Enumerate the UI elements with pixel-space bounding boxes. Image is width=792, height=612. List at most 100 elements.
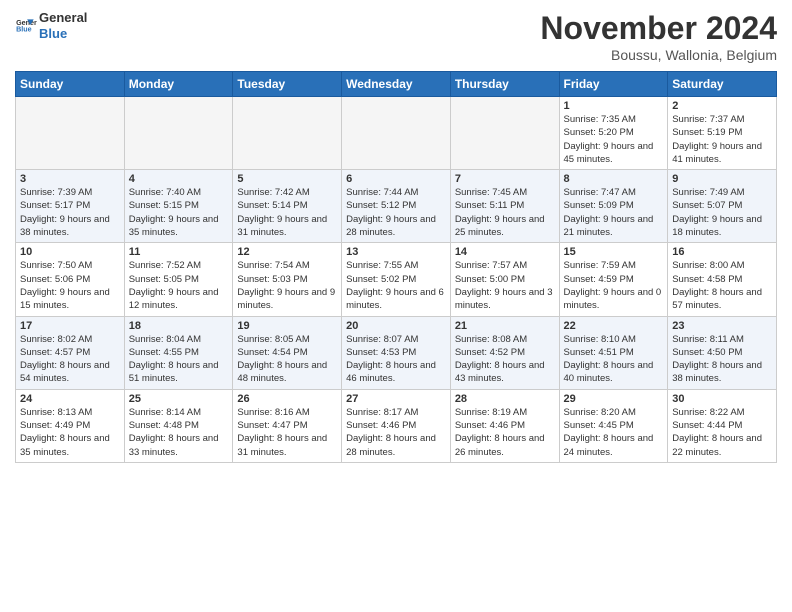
logo-line2: Blue: [39, 26, 87, 42]
day-number: 11: [129, 246, 229, 258]
day-info: Sunrise: 8:10 AM Sunset: 4:51 PM Dayligh…: [564, 333, 664, 386]
weekday-header-friday: Friday: [559, 72, 668, 97]
location: Boussu, Wallonia, Belgium: [540, 47, 777, 63]
day-number: 21: [455, 320, 555, 332]
calendar-cell: 23Sunrise: 8:11 AM Sunset: 4:50 PM Dayli…: [668, 316, 777, 389]
day-number: 15: [564, 246, 664, 258]
day-info: Sunrise: 8:11 AM Sunset: 4:50 PM Dayligh…: [672, 333, 772, 386]
calendar-cell: 24Sunrise: 8:13 AM Sunset: 4:49 PM Dayli…: [16, 389, 125, 462]
calendar-cell: 26Sunrise: 8:16 AM Sunset: 4:47 PM Dayli…: [233, 389, 342, 462]
day-info: Sunrise: 7:37 AM Sunset: 5:19 PM Dayligh…: [672, 113, 772, 166]
day-info: Sunrise: 7:47 AM Sunset: 5:09 PM Dayligh…: [564, 186, 664, 239]
day-info: Sunrise: 8:05 AM Sunset: 4:54 PM Dayligh…: [237, 333, 337, 386]
day-number: 14: [455, 246, 555, 258]
calendar-cell: [342, 97, 451, 170]
calendar-cell: 5Sunrise: 7:42 AM Sunset: 5:14 PM Daylig…: [233, 170, 342, 243]
day-info: Sunrise: 7:59 AM Sunset: 4:59 PM Dayligh…: [564, 259, 664, 312]
day-info: Sunrise: 7:45 AM Sunset: 5:11 PM Dayligh…: [455, 186, 555, 239]
day-number: 26: [237, 393, 337, 405]
day-number: 6: [346, 173, 446, 185]
weekday-header-thursday: Thursday: [450, 72, 559, 97]
calendar-cell: 8Sunrise: 7:47 AM Sunset: 5:09 PM Daylig…: [559, 170, 668, 243]
weekday-header-monday: Monday: [124, 72, 233, 97]
day-number: 12: [237, 246, 337, 258]
day-info: Sunrise: 8:07 AM Sunset: 4:53 PM Dayligh…: [346, 333, 446, 386]
calendar-cell: 1Sunrise: 7:35 AM Sunset: 5:20 PM Daylig…: [559, 97, 668, 170]
calendar-cell: 14Sunrise: 7:57 AM Sunset: 5:00 PM Dayli…: [450, 243, 559, 316]
calendar-cell: 10Sunrise: 7:50 AM Sunset: 5:06 PM Dayli…: [16, 243, 125, 316]
day-info: Sunrise: 7:40 AM Sunset: 5:15 PM Dayligh…: [129, 186, 229, 239]
calendar-cell: 18Sunrise: 8:04 AM Sunset: 4:55 PM Dayli…: [124, 316, 233, 389]
day-info: Sunrise: 8:19 AM Sunset: 4:46 PM Dayligh…: [455, 406, 555, 459]
day-info: Sunrise: 7:57 AM Sunset: 5:00 PM Dayligh…: [455, 259, 555, 312]
calendar-cell: 11Sunrise: 7:52 AM Sunset: 5:05 PM Dayli…: [124, 243, 233, 316]
calendar-cell: 30Sunrise: 8:22 AM Sunset: 4:44 PM Dayli…: [668, 389, 777, 462]
day-info: Sunrise: 8:08 AM Sunset: 4:52 PM Dayligh…: [455, 333, 555, 386]
calendar-cell: 4Sunrise: 7:40 AM Sunset: 5:15 PM Daylig…: [124, 170, 233, 243]
calendar-cell: 16Sunrise: 8:00 AM Sunset: 4:58 PM Dayli…: [668, 243, 777, 316]
day-number: 4: [129, 173, 229, 185]
calendar-cell: [124, 97, 233, 170]
day-number: 16: [672, 246, 772, 258]
day-number: 13: [346, 246, 446, 258]
day-number: 28: [455, 393, 555, 405]
day-info: Sunrise: 7:52 AM Sunset: 5:05 PM Dayligh…: [129, 259, 229, 312]
day-number: 17: [20, 320, 120, 332]
calendar-cell: 29Sunrise: 8:20 AM Sunset: 4:45 PM Dayli…: [559, 389, 668, 462]
calendar: SundayMondayTuesdayWednesdayThursdayFrid…: [15, 71, 777, 463]
day-number: 20: [346, 320, 446, 332]
month-title: November 2024: [540, 10, 777, 47]
day-info: Sunrise: 8:14 AM Sunset: 4:48 PM Dayligh…: [129, 406, 229, 459]
day-number: 7: [455, 173, 555, 185]
calendar-cell: [450, 97, 559, 170]
day-number: 23: [672, 320, 772, 332]
title-block: November 2024 Boussu, Wallonia, Belgium: [540, 10, 777, 63]
day-info: Sunrise: 7:42 AM Sunset: 5:14 PM Dayligh…: [237, 186, 337, 239]
calendar-cell: 28Sunrise: 8:19 AM Sunset: 4:46 PM Dayli…: [450, 389, 559, 462]
day-info: Sunrise: 8:17 AM Sunset: 4:46 PM Dayligh…: [346, 406, 446, 459]
day-info: Sunrise: 7:54 AM Sunset: 5:03 PM Dayligh…: [237, 259, 337, 312]
calendar-cell: 22Sunrise: 8:10 AM Sunset: 4:51 PM Dayli…: [559, 316, 668, 389]
day-number: 18: [129, 320, 229, 332]
day-number: 3: [20, 173, 120, 185]
day-info: Sunrise: 8:02 AM Sunset: 4:57 PM Dayligh…: [20, 333, 120, 386]
weekday-header-sunday: Sunday: [16, 72, 125, 97]
day-info: Sunrise: 7:55 AM Sunset: 5:02 PM Dayligh…: [346, 259, 446, 312]
weekday-header-saturday: Saturday: [668, 72, 777, 97]
day-info: Sunrise: 7:44 AM Sunset: 5:12 PM Dayligh…: [346, 186, 446, 239]
calendar-cell: 17Sunrise: 8:02 AM Sunset: 4:57 PM Dayli…: [16, 316, 125, 389]
calendar-cell: 6Sunrise: 7:44 AM Sunset: 5:12 PM Daylig…: [342, 170, 451, 243]
calendar-cell: 12Sunrise: 7:54 AM Sunset: 5:03 PM Dayli…: [233, 243, 342, 316]
calendar-cell: 20Sunrise: 8:07 AM Sunset: 4:53 PM Dayli…: [342, 316, 451, 389]
day-number: 27: [346, 393, 446, 405]
day-info: Sunrise: 8:16 AM Sunset: 4:47 PM Dayligh…: [237, 406, 337, 459]
calendar-cell: 9Sunrise: 7:49 AM Sunset: 5:07 PM Daylig…: [668, 170, 777, 243]
day-number: 9: [672, 173, 772, 185]
day-number: 29: [564, 393, 664, 405]
calendar-cell: 7Sunrise: 7:45 AM Sunset: 5:11 PM Daylig…: [450, 170, 559, 243]
day-info: Sunrise: 8:04 AM Sunset: 4:55 PM Dayligh…: [129, 333, 229, 386]
day-number: 5: [237, 173, 337, 185]
calendar-cell: 19Sunrise: 8:05 AM Sunset: 4:54 PM Dayli…: [233, 316, 342, 389]
day-number: 1: [564, 100, 664, 112]
calendar-cell: 15Sunrise: 7:59 AM Sunset: 4:59 PM Dayli…: [559, 243, 668, 316]
day-number: 2: [672, 100, 772, 112]
day-info: Sunrise: 7:49 AM Sunset: 5:07 PM Dayligh…: [672, 186, 772, 239]
day-number: 10: [20, 246, 120, 258]
day-info: Sunrise: 8:00 AM Sunset: 4:58 PM Dayligh…: [672, 259, 772, 312]
weekday-header-tuesday: Tuesday: [233, 72, 342, 97]
weekday-header-wednesday: Wednesday: [342, 72, 451, 97]
day-info: Sunrise: 8:22 AM Sunset: 4:44 PM Dayligh…: [672, 406, 772, 459]
day-number: 30: [672, 393, 772, 405]
logo: General Blue General Blue: [15, 10, 87, 41]
svg-text:Blue: Blue: [16, 25, 32, 33]
calendar-cell: [233, 97, 342, 170]
day-number: 19: [237, 320, 337, 332]
calendar-cell: 13Sunrise: 7:55 AM Sunset: 5:02 PM Dayli…: [342, 243, 451, 316]
calendar-cell: 21Sunrise: 8:08 AM Sunset: 4:52 PM Dayli…: [450, 316, 559, 389]
calendar-cell: 27Sunrise: 8:17 AM Sunset: 4:46 PM Dayli…: [342, 389, 451, 462]
day-info: Sunrise: 7:50 AM Sunset: 5:06 PM Dayligh…: [20, 259, 120, 312]
day-info: Sunrise: 8:13 AM Sunset: 4:49 PM Dayligh…: [20, 406, 120, 459]
day-info: Sunrise: 8:20 AM Sunset: 4:45 PM Dayligh…: [564, 406, 664, 459]
day-info: Sunrise: 7:35 AM Sunset: 5:20 PM Dayligh…: [564, 113, 664, 166]
